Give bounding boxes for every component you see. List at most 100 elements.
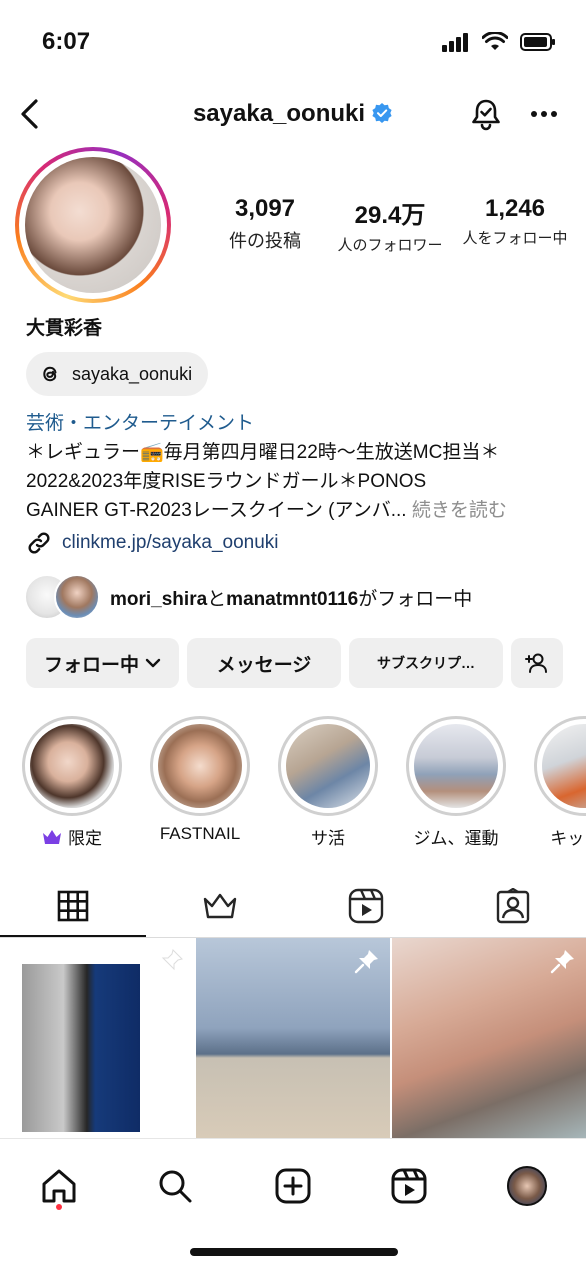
bio-line-3: GAINER GT-R2023レースクイーン (アンバ... 続きを読む [26,495,507,522]
plus-square-icon [275,1168,311,1204]
highlight-cover [414,724,498,808]
post-thumbnail[interactable] [392,938,586,1138]
message-button[interactable]: メッセージ [187,638,341,688]
wifi-icon [482,32,508,50]
subscribe-button[interactable]: サブスクリプ… [349,638,503,688]
home-indicator [190,1248,398,1256]
status-bar: 6:07 [0,0,586,80]
profile-actions: フォロー中 メッセージ サブスクリプ… [26,638,563,688]
reels-icon [349,888,384,924]
highlight-ring [534,716,586,816]
display-name: 大貫彩香 [26,318,103,339]
highlight-cover [542,724,586,808]
subscribe-button-label: サブスクリプ… [377,655,475,671]
highlight-cover [158,724,242,808]
bell-check-icon [472,99,500,131]
threads-badge[interactable]: sayaka_oonuki [26,352,209,396]
followed-by-user-2: manatmnt0116 [226,588,359,610]
home-icon [42,1169,76,1203]
nav-reels[interactable] [384,1161,434,1211]
highlight-ring [406,716,506,816]
suggested-users-button[interactable] [511,638,563,688]
tab-tagged[interactable] [440,876,586,936]
followed-by-and: と [207,588,227,610]
stat-posts-label: 件の投稿 [229,231,301,251]
profile-link[interactable]: clinkme.jp/sayaka_oonuki [26,530,279,556]
bio-line-2: 2022&2023年度RISEラウンドガール＊PONOS [26,471,427,492]
nav-profile-avatar [507,1166,547,1206]
highlight-label: キックス [550,829,586,846]
highlight-label: サ活 [311,829,345,846]
highlight-label: 限定 [12,824,132,846]
following-button-label: フォロー中 [43,654,139,676]
profile-link-text: clinkme.jp/sayaka_oonuki [62,532,279,553]
highlight-label: ジム、運動 [413,829,499,846]
profile-stats: 3,097 件の投稿 29.4万 人のフォロワー 1,246 人をフォロー中 [210,195,570,255]
pin-icon [354,950,378,974]
reels-icon [391,1168,427,1204]
profile-header: sayaka_oonuki [0,88,586,140]
bio-line-3-text: GAINER GT-R2023レースクイーン (アンバ... [26,500,407,521]
highlight-gym[interactable]: ジム、運動 [396,716,516,846]
cellular-signal-icon [442,33,468,52]
more-options-button[interactable] [522,94,566,134]
post-thumbnail[interactable] [196,938,390,1138]
chevron-down-icon [145,658,161,668]
highlight-kicks[interactable]: キックス [524,716,586,846]
threads-handle: sayaka_oonuki [72,363,193,384]
followed-by-avatars [24,574,100,620]
nav-search[interactable] [150,1161,200,1211]
highlight-cover [286,724,370,808]
nav-profile[interactable] [502,1161,552,1211]
stat-following[interactable]: 1,246 人をフォロー中 [460,195,570,255]
stat-posts[interactable]: 3,097 件の投稿 [210,195,320,255]
stat-followers[interactable]: 29.4万 人のフォロワー [335,195,445,255]
tab-posts-grid[interactable] [0,876,147,936]
post-image [22,964,140,1132]
profile-category: 芸術・エンターテイメント [26,413,255,434]
crown-outline-icon [203,893,236,919]
highlight-exclusive[interactable]: 限定 [12,716,132,846]
battery-icon [520,33,555,51]
pin-icon [158,949,183,974]
status-icons [442,32,556,52]
highlight-sauna[interactable]: サ活 [268,716,388,846]
notifications-bell-button[interactable] [466,94,506,134]
stat-following-count: 1,246 [484,195,546,222]
follower-avatar-2 [54,574,100,620]
search-icon [159,1170,192,1203]
followed-by[interactable]: mori_shiraとmanatmnt0116がフォロー中 [24,574,472,620]
grid-icon [57,890,89,922]
home-notification-dot [56,1204,62,1210]
post-thumbnail[interactable] [0,938,194,1138]
following-button[interactable]: フォロー中 [26,638,179,688]
stat-followers-count: 29.4万 [354,202,426,229]
nav-create[interactable] [268,1161,318,1211]
header-username: sayaka_oonuki [192,100,366,127]
avatar-photo [25,157,161,293]
tagged-icon [496,888,529,924]
ellipsis-icon [531,111,557,117]
highlight-ring [278,716,378,816]
profile-tabs [0,876,586,936]
followed-by-user-1: mori_shira [110,588,208,610]
stat-followers-label: 人のフォロワー [337,237,443,254]
add-person-icon [525,653,547,673]
highlight-label: FASTNAIL [159,824,241,843]
tab-subscriber-content[interactable] [147,876,294,936]
stat-following-label: 人をフォロー中 [462,230,568,247]
verified-badge-icon [371,102,393,131]
highlight-ring [150,716,250,816]
avatar-inner [19,151,167,299]
highlight-cover [30,724,114,808]
active-tab-indicator [0,935,146,937]
bio-read-more[interactable]: 続きを読む [412,500,507,521]
profile-avatar[interactable] [15,147,171,303]
highlight-label-text: 限定 [68,829,102,846]
status-time: 6:07 [42,28,91,55]
tab-reels[interactable] [293,876,440,936]
threads-icon [43,366,57,382]
crown-icon [43,829,61,844]
highlight-ring [22,716,122,816]
highlight-fastnail[interactable]: FASTNAIL [140,716,260,844]
